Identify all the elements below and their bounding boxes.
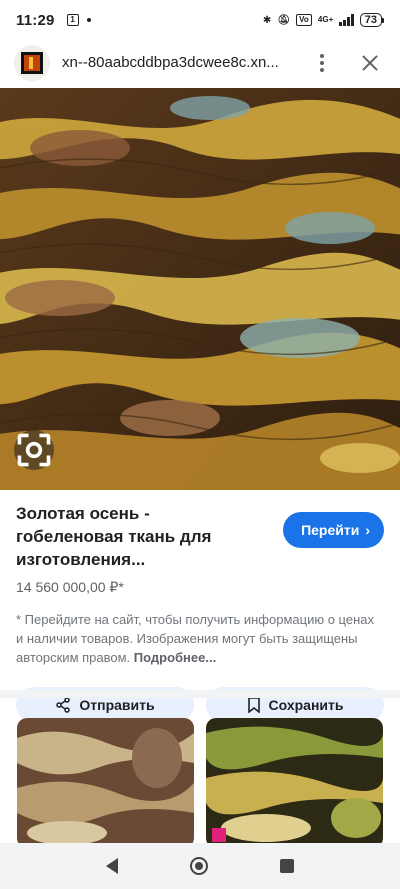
- notification-badge-icon: 1: [66, 14, 79, 26]
- product-title[interactable]: Золотая осень - гобеленовая ткань для из…: [16, 502, 256, 571]
- chevron-right-icon: ›: [365, 522, 370, 538]
- recent-apps-icon[interactable]: [280, 859, 294, 873]
- related-image-2[interactable]: [206, 718, 383, 848]
- share-label: Отправить: [79, 697, 155, 713]
- related-images: [17, 718, 383, 848]
- network-type-icon: 4G+: [317, 15, 334, 24]
- status-notification-icons: 1: [66, 14, 91, 26]
- lens-icon[interactable]: [14, 430, 54, 470]
- status-bar: 11:29 1 ✱ 🔕︎ Vo 4G+ 73: [0, 0, 400, 40]
- section-divider: [0, 690, 400, 698]
- hd-icon: Vo: [295, 14, 312, 26]
- more-notifications-icon: [86, 18, 91, 22]
- status-time: 11:29: [16, 11, 55, 29]
- home-icon[interactable]: [190, 857, 208, 875]
- disclaimer: * Перейдите на сайт, чтобы получить инфо…: [16, 610, 384, 667]
- product-price: 14 560 000,00 ₽*: [16, 579, 124, 595]
- more-options-icon[interactable]: [306, 47, 338, 79]
- visit-button[interactable]: Перейти ›: [283, 512, 384, 548]
- system-nav-bar: [0, 843, 400, 889]
- battery-icon: 73: [359, 13, 384, 27]
- bluetooth-icon: ✱: [262, 14, 272, 26]
- more-link[interactable]: Подробнее...: [134, 650, 216, 665]
- source-header: xn--80aabcddbpa3dcwee8c.xn...: [0, 40, 400, 85]
- status-system-icons: ✱ 🔕︎ Vo 4G+ 73: [263, 13, 384, 27]
- close-icon[interactable]: [354, 47, 386, 79]
- mute-icon: 🔕︎: [277, 14, 290, 26]
- signal-icon: [339, 14, 354, 26]
- site-url[interactable]: xn--80aabcddbpa3dcwee8c.xn...: [62, 54, 282, 71]
- visit-label: Перейти: [301, 522, 360, 538]
- save-label: Сохранить: [268, 697, 344, 713]
- share-icon: [56, 697, 71, 713]
- product-image[interactable]: [0, 88, 400, 490]
- related-image-1[interactable]: [17, 718, 194, 848]
- battery-level: 73: [359, 13, 382, 27]
- back-icon[interactable]: [106, 858, 118, 874]
- bookmark-icon: [247, 697, 260, 713]
- site-logo[interactable]: [14, 44, 50, 81]
- product-info: Золотая осень - гобеленовая ткань для из…: [0, 490, 400, 723]
